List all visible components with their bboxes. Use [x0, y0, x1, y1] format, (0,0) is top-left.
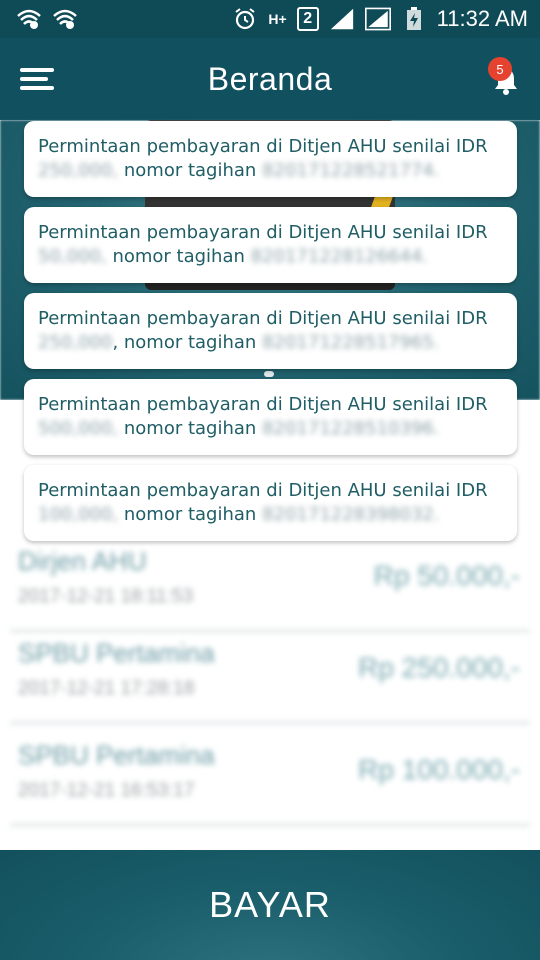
transaction-date: 2017-12-21 17:28:18 [18, 678, 195, 699]
notification-amount: 250,000 [38, 332, 113, 353]
notification-amount: 50,000, [38, 246, 107, 267]
notification-mid: , nomor tagihan [112, 332, 263, 353]
battery-charging-icon [401, 7, 427, 30]
notification-text: Permintaan pembayaran di Ditjen AHU seni… [38, 308, 488, 329]
signal-icon [329, 8, 355, 30]
wifi-question-icon [52, 8, 78, 30]
notification-amount: 500,000, [38, 418, 119, 439]
pay-button[interactable]: BAYAR [0, 850, 540, 960]
notification-text: Permintaan pembayaran di Ditjen AHU seni… [38, 136, 488, 157]
transaction-date: 2017-12-21 16:53:17 [18, 780, 195, 801]
payment-request-notification[interactable]: Permintaan pembayaran di Ditjen AHU seni… [24, 207, 517, 283]
notification-bill-number: 820171228398032. [262, 504, 440, 525]
transaction-date: 2017-12-21 18:11:53 [18, 586, 194, 607]
clock: 11:32 AM [436, 6, 528, 31]
payment-request-notification[interactable]: Permintaan pembayaran di Ditjen AHU seni… [24, 293, 517, 369]
notification-detail: 500,000, nomor tagihan 820171228510396. [38, 417, 503, 441]
notification-bill-number: 820171228517965. [262, 332, 440, 353]
carousel-indicator [264, 371, 274, 377]
notification-mid: nomor tagihan [106, 246, 251, 267]
notification-bill-number: 820171228510396. [262, 418, 440, 439]
transaction-merchant: Dirjen AHU [18, 546, 147, 576]
hamburger-menu-icon[interactable] [20, 68, 54, 90]
page-title: Beranda [207, 60, 333, 97]
notification-mid: nomor tagihan [118, 418, 263, 439]
divider [10, 824, 530, 826]
pay-button-label: BAYAR [209, 884, 331, 925]
notification-detail: 250,000, nomor tagihan 820171228521774. [38, 159, 503, 183]
notification-text: Permintaan pembayaran di Ditjen AHU seni… [38, 222, 488, 243]
notification-text: Permintaan pembayaran di Ditjen AHU seni… [38, 394, 488, 415]
transaction-merchant: SPBU Pertamina [18, 740, 215, 770]
alarm-icon [232, 8, 258, 30]
notification-bill-number: 820171228521774. [262, 160, 440, 181]
transaction-amount: Rp 50.000,- [373, 560, 520, 591]
notification-amount: 100,000, [38, 504, 119, 525]
sim-indicator: 2 [296, 7, 319, 31]
notification-mid: nomor tagihan [118, 504, 263, 525]
wifi-question-icon [16, 8, 42, 30]
notification-detail: 50,000, nomor tagihan 820171228126644. [38, 245, 503, 269]
notification-detail: 100,000, nomor tagihan 820171228398032. [38, 503, 503, 527]
notification-bill-number: 820171228126644. [250, 246, 429, 267]
payment-request-notification[interactable]: Permintaan pembayaran di Ditjen AHU seni… [24, 379, 517, 455]
notification-text: Permintaan pembayaran di Ditjen AHU seni… [38, 480, 488, 501]
transaction-row[interactable]: Dirjen AHU 2017-12-21 18:11:53 Rp 50.000… [0, 530, 540, 632]
signal-icon [364, 7, 391, 31]
notification-mid: nomor tagihan [118, 160, 263, 181]
transaction-row[interactable]: SPBU Pertamina 2017-12-21 16:53:17 Rp 10… [0, 724, 540, 826]
transaction-row[interactable]: SPBU Pertamina 2017-12-21 17:28:18 Rp 25… [0, 622, 540, 724]
notification-detail: 250,000, nomor tagihan 820171228517965. [38, 331, 503, 355]
transaction-amount: Rp 100.000,- [358, 754, 520, 785]
status-bar: H+ 2 11:32 AM [0, 0, 540, 38]
network-type-label: H+ [268, 11, 287, 27]
payment-request-notification[interactable]: Permintaan pembayaran di Ditjen AHU seni… [24, 465, 517, 541]
payment-request-notification[interactable]: Permintaan pembayaran di Ditjen AHU seni… [24, 121, 517, 197]
transaction-merchant: SPBU Pertamina [18, 638, 215, 668]
notification-amount: 250,000, [38, 160, 119, 181]
notification-count-badge: 5 [488, 57, 512, 81]
transaction-amount: Rp 250.000,- [358, 652, 520, 683]
app-bar: Beranda 5 [0, 38, 540, 120]
